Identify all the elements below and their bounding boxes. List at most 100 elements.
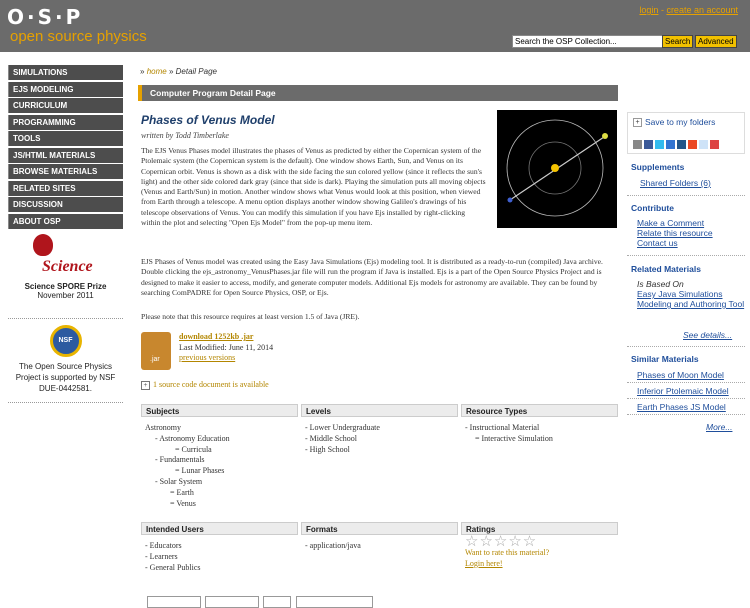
reddit-icon[interactable] xyxy=(699,140,708,149)
bottom-tab[interactable] xyxy=(296,596,373,608)
subject-item: = Lunar Phases xyxy=(175,466,225,476)
download-area: .jar download 1252kb .jar Last Modified:… xyxy=(141,332,441,372)
nav-programming[interactable]: PROGRAMMING xyxy=(8,114,123,130)
subject-item: Astronomy xyxy=(145,423,181,432)
based-on-link[interactable]: Easy Java Simulations Modeling and Autho… xyxy=(637,289,745,309)
relate-resource-link[interactable]: Relate this resource xyxy=(637,228,713,238)
see-details-link[interactable]: See details... xyxy=(683,330,732,340)
nav-discussion[interactable]: DISCUSSION xyxy=(8,197,123,212)
nsf-line-2: Project is supported by NSF xyxy=(15,373,116,382)
earth-marker xyxy=(507,197,513,203)
breadcrumb-home[interactable]: home xyxy=(147,67,167,76)
sun-marker xyxy=(551,164,559,172)
related-materials-header: Related Materials xyxy=(631,264,701,274)
subjects-header: Subjects xyxy=(141,404,298,417)
advanced-search-button[interactable]: Advanced xyxy=(695,35,737,48)
similar-item[interactable]: Inferior Ptolemaic Model xyxy=(637,386,729,396)
bottom-tab[interactable] xyxy=(205,596,259,608)
subject-item: - Solar System xyxy=(155,476,203,486)
contribute-header: Contribute xyxy=(631,203,674,213)
user-item: - Learners xyxy=(145,551,178,561)
nsf-logo[interactable]: NSF xyxy=(49,325,82,357)
subject-item: = Earth xyxy=(170,487,194,497)
jar-icon-label: .jar xyxy=(150,356,160,363)
nav-simulations[interactable]: SIMULATIONS xyxy=(8,65,123,80)
rating-stars[interactable]: ☆☆☆☆☆ xyxy=(465,535,549,550)
levels-header: Levels xyxy=(301,404,458,417)
user-item: - Educators xyxy=(145,541,182,550)
save-to-folders[interactable]: + Save to my folders xyxy=(633,117,716,128)
apple-icon xyxy=(33,234,53,256)
nav-curriculum[interactable]: CURRICULUM xyxy=(8,98,123,113)
download-link[interactable]: download 1252kb .jar xyxy=(179,332,253,341)
share-icon[interactable] xyxy=(633,140,642,149)
level-item: - Middle School xyxy=(305,433,357,443)
google-icon[interactable] xyxy=(710,140,719,149)
create-account-link[interactable]: create an account xyxy=(666,5,738,15)
resource-author: written by Todd Timberlake xyxy=(141,131,229,140)
simulation-screenshot[interactable] xyxy=(497,110,617,228)
nav-browse-materials[interactable]: BROWSE MATERIALS xyxy=(8,164,123,179)
twitter-icon[interactable] xyxy=(655,140,664,149)
bottom-tab[interactable] xyxy=(263,596,291,608)
similar-item[interactable]: Earth Phases JS Model xyxy=(637,402,726,412)
plus-icon: + xyxy=(633,118,642,128)
description-paragraph-2: EJS Phases of Venus model was created us… xyxy=(141,257,603,297)
osp-tagline: open source physics xyxy=(10,28,147,45)
divider xyxy=(627,346,745,347)
rate-prompt: Want to rate this material? xyxy=(465,547,550,557)
resource-types-list: - Instructional Material = Interactive S… xyxy=(465,423,553,445)
type-item: = Interactive Simulation xyxy=(475,433,553,443)
login-link[interactable]: login xyxy=(639,5,658,15)
previous-versions-link[interactable]: previous versions xyxy=(179,353,235,362)
breadcrumb-current: Detail Page xyxy=(175,67,217,76)
nav-ejs-modeling[interactable]: EJS MODELING xyxy=(8,81,123,97)
nav-tools[interactable]: TOOLS xyxy=(8,131,123,146)
source-code-link[interactable]: 1 source code document is available xyxy=(153,380,269,389)
page-banner: Computer Program Detail Page xyxy=(138,85,618,101)
digg-icon[interactable] xyxy=(677,140,686,149)
similar-materials-header: Similar Materials xyxy=(631,354,699,364)
nsf-support-block: NSF The Open Source Physics Project is s… xyxy=(8,325,123,394)
stumbleupon-icon[interactable] xyxy=(688,140,697,149)
nsf-line-1: The Open Source Physics xyxy=(19,362,112,371)
jar-file-icon[interactable]: .jar xyxy=(141,332,171,370)
search-input[interactable] xyxy=(512,35,663,48)
facebook-icon[interactable] xyxy=(644,140,653,149)
nav-related-sites[interactable]: RELATED SITES xyxy=(8,180,123,196)
similar-item[interactable]: Phases of Moon Model xyxy=(637,370,724,380)
bottom-tab[interactable] xyxy=(147,596,201,608)
save-label: Save to my folders xyxy=(645,117,716,127)
resource-title: Phases of Venus Model xyxy=(141,113,275,127)
user-item: - General Publics xyxy=(145,562,201,572)
left-navigation: SIMULATIONS EJS MODELING CURRICULUM PROG… xyxy=(8,65,123,230)
format-item: - application/java xyxy=(305,541,361,550)
shared-folders-link[interactable]: Shared Folders (6) xyxy=(640,178,711,188)
divider xyxy=(627,255,745,256)
make-comment-link[interactable]: Make a Comment xyxy=(637,218,704,228)
contact-us-link[interactable]: Contact us xyxy=(637,238,678,248)
nav-js-html-materials[interactable]: JS/HTML MATERIALS xyxy=(8,147,123,163)
delicious-icon[interactable] xyxy=(666,140,675,149)
science-logo[interactable]: Science xyxy=(8,232,123,282)
intended-users-header: Intended Users xyxy=(141,522,298,535)
save-share-box: + Save to my folders xyxy=(627,112,745,154)
last-modified: Last Modified: June 11, 2014 xyxy=(179,343,274,352)
supplements-header: Supplements xyxy=(631,162,685,172)
search-button[interactable]: Search xyxy=(662,35,694,48)
share-icons xyxy=(633,140,719,151)
osp-logo[interactable]: O·S·P xyxy=(7,5,83,29)
java-requirement-note: Please note that this resource requires … xyxy=(141,312,360,321)
divider xyxy=(8,402,123,403)
account-links: login - create an account xyxy=(639,5,738,15)
nav-about-osp[interactable]: ABOUT OSP xyxy=(8,213,123,229)
login-to-rate-link[interactable]: Login here! xyxy=(465,559,503,568)
subject-item: = Curricula xyxy=(175,444,212,454)
expand-plus-icon[interactable]: + xyxy=(141,380,150,390)
level-item: - Lower Undergraduate xyxy=(305,423,380,432)
more-similar-link[interactable]: More... xyxy=(706,422,732,432)
type-item: - Instructional Material xyxy=(465,423,540,432)
ratings-block: ☆☆☆☆☆ Want to rate this material? Login … xyxy=(465,535,550,569)
divider xyxy=(627,414,745,415)
subject-item: - Fundamentals xyxy=(155,455,205,465)
